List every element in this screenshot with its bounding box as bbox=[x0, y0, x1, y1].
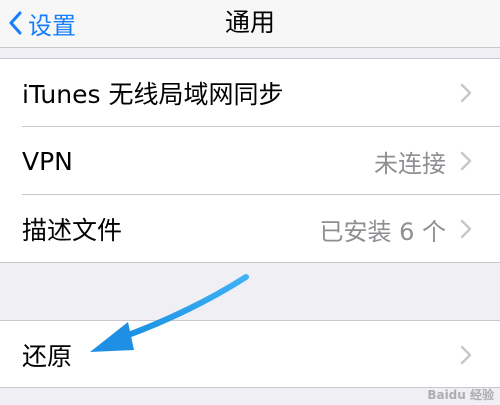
chevron-right-icon bbox=[460, 345, 472, 365]
settings-group-sync: iTunes 无线局域网同步 VPN 未连接 描述文件 已安装 6 个 bbox=[0, 58, 500, 263]
settings-group-reset: 还原 bbox=[0, 320, 500, 388]
cell-itunes-wifi-sync[interactable]: iTunes 无线局域网同步 bbox=[0, 59, 500, 127]
watermark: Baidu 经验 bbox=[427, 388, 494, 402]
chevron-right-icon bbox=[460, 83, 472, 103]
cell-vpn[interactable]: VPN 未连接 bbox=[0, 127, 500, 195]
chevron-right-icon bbox=[460, 151, 472, 171]
cell-label: iTunes 无线局域网同步 bbox=[22, 80, 284, 109]
vpn-status-value: 未连接 bbox=[374, 149, 446, 178]
cell-label: VPN bbox=[22, 146, 73, 176]
cell-reset[interactable]: 还原 bbox=[0, 321, 500, 389]
chevron-right-icon bbox=[460, 219, 472, 239]
navigation-bar: 设置 通用 bbox=[0, 0, 500, 48]
page-title: 通用 bbox=[224, 8, 275, 37]
cell-profiles[interactable]: 描述文件 已安装 6 个 bbox=[0, 195, 500, 263]
cell-label: 还原 bbox=[22, 342, 73, 371]
general-settings-screen: 设置 通用 iTunes 无线局域网同步 VPN 未连接 描述文件 已安装 6 … bbox=[0, 0, 500, 405]
profiles-count-value: 已安装 6 个 bbox=[319, 217, 446, 246]
cell-label: 描述文件 bbox=[22, 216, 123, 245]
